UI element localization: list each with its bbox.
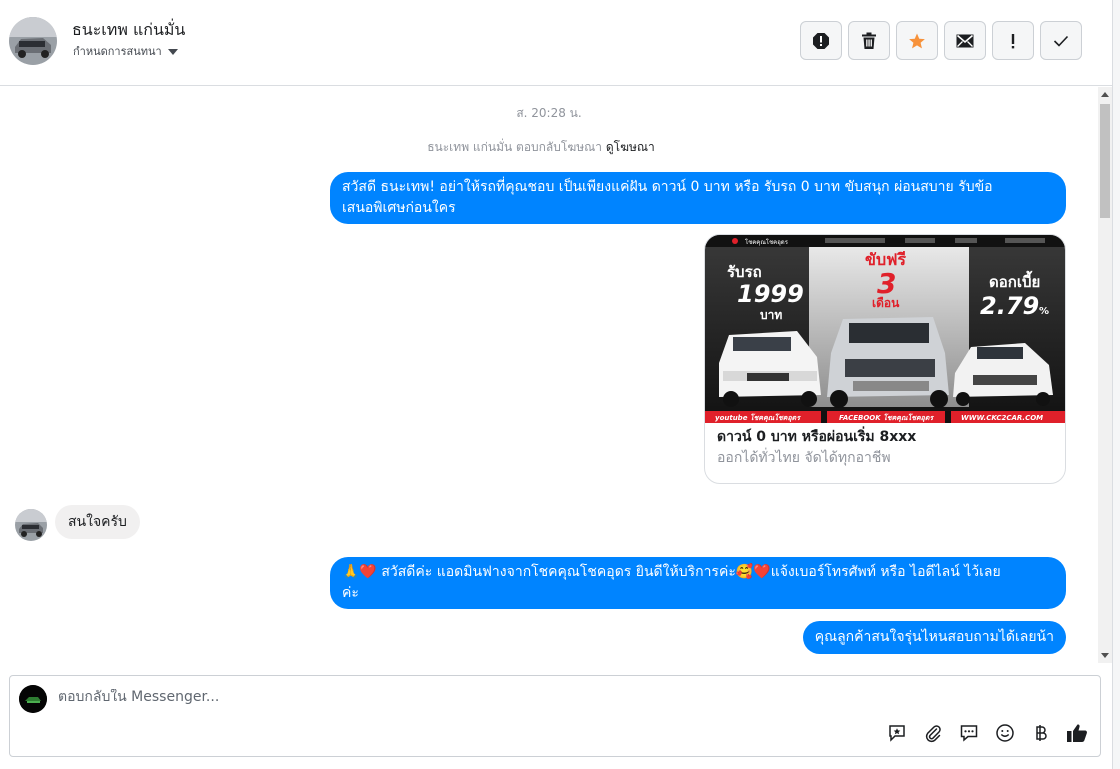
exclamation-icon (1011, 33, 1015, 48)
emoji-icon[interactable] (994, 722, 1016, 744)
mail-icon (956, 34, 974, 47)
incoming-message[interactable]: สนใจครับ (55, 505, 140, 539)
message-text-line: 🙏❤️ สวัสดีค่ะ แอดมินฟางจากโชคคุณโชคอุดร … (342, 564, 1001, 580)
baht-payment-icon[interactable] (1030, 722, 1052, 744)
left-promo-line3: บาท (760, 308, 782, 322)
page-avatar (19, 685, 47, 713)
composer-actions (886, 722, 1088, 744)
conversation-toolbar (800, 21, 1082, 60)
saved-reply-icon[interactable] (886, 722, 908, 744)
footer-youtube-text: youtube โชคคุณโชคอุดร (715, 413, 801, 422)
thumbs-up-icon[interactable] (1066, 722, 1088, 744)
contact-name: ธนะเทพ แก่นมั่น (72, 20, 186, 39)
assign-label: กำหนดการสนทนา (73, 45, 162, 58)
delete-button[interactable] (848, 21, 890, 60)
left-promo-line2: 1999 (737, 280, 804, 308)
right-promo-line2: 2.79 (980, 292, 1039, 320)
message-timestamp: ส. 20:28 น. (516, 106, 582, 120)
conversation-header: ธนะเทพ แก่นมั่น กำหนดการสนทนา (0, 0, 1112, 86)
ad-description: ออกได้ทั่วไทย จัดได้ทุกอาชีพ (717, 450, 891, 466)
ad-preview-card[interactable]: โชคคุณโชคอุดร รับรถ 1999 บาท ขับฟรี 3 เด… (704, 234, 1066, 484)
scroll-up-arrow-icon[interactable] (1101, 92, 1109, 97)
star-icon (909, 33, 925, 48)
messenger-inbox: ธนะเทพ แก่นมั่น กำหนดการสนทนา ส. 20:28 น… (0, 0, 1120, 769)
reply-input[interactable] (58, 689, 758, 705)
trash-icon (862, 32, 876, 49)
ad-headline: ดาวน์ 0 บาท หรือผ่อนเริ่ม 8xxx (717, 429, 917, 445)
ad-reply-notice: ธนะเทพ แก่นมั่น ตอบกลับโฆษณา ดูโฆษณา (0, 138, 1082, 157)
star-button[interactable] (896, 21, 938, 60)
left-promo-line1: รับรถ (727, 263, 762, 281)
mark-done-button[interactable] (1040, 21, 1082, 60)
footer-facebook-text: FACEBOOK โชคคุณโชคอุดร (839, 413, 934, 422)
mark-spam-button[interactable] (800, 21, 842, 60)
message-text-line: เสนอพิเศษก่อนใคร (342, 200, 456, 216)
attachment-icon[interactable] (922, 722, 944, 744)
follow-up-button[interactable] (992, 21, 1034, 60)
contact-avatar-small[interactable] (15, 509, 47, 541)
message-composer (9, 675, 1101, 757)
pickup-truck-left (719, 331, 821, 407)
outgoing-message[interactable]: 🙏❤️ สวัสดีค่ะ แอดมินฟางจากโชคคุณโชคอุดร … (330, 557, 1066, 609)
outgoing-message[interactable]: คุณลูกค้าสนใจรุ่นไหนสอบถามได้เลยน้า (802, 621, 1066, 654)
right-promo-line1: ดอกเบี้ย (989, 270, 1040, 291)
contact-avatar[interactable] (9, 17, 57, 65)
banner-top-text: โชคคุณโชคอุดร (745, 238, 789, 246)
mark-unread-button[interactable] (944, 21, 986, 60)
page-edge (1112, 0, 1120, 769)
check-icon (1053, 35, 1069, 47)
message-text-line: ค่ะ (342, 585, 359, 601)
car-ad-banner: โชคคุณโชคอุดร รับรถ 1999 บาท ขับฟรี 3 เด… (705, 235, 1065, 423)
thread-scrollbar[interactable] (1098, 87, 1112, 663)
caret-down-icon (167, 48, 178, 55)
outgoing-message[interactable]: สวัสดี ธนะเทพ! อย่าให้รถที่คุณชอบ เป็นเพ… (330, 172, 1066, 224)
right-promo-line3: % (1039, 306, 1049, 317)
quick-reply-icon[interactable] (958, 722, 980, 744)
ad-reply-text: ธนะเทพ แก่นมั่น ตอบกลับโฆษณา (427, 140, 603, 154)
spam-icon (813, 32, 829, 49)
ad-image[interactable]: โชคคุณโชคอุดร รับรถ 1999 บาท ขับฟรี 3 เด… (705, 235, 1065, 423)
scroll-thumb[interactable] (1100, 104, 1110, 218)
pickup-truck-center (827, 317, 949, 408)
footer-website-text: WWW.CKC2CAR.COM (961, 414, 1043, 422)
message-text-line: สวัสดี ธนะเทพ! อย่าให้รถที่คุณชอบ เป็นเพ… (342, 179, 993, 195)
assign-conversation-dropdown[interactable]: กำหนดการสนทนา (73, 42, 178, 60)
message-thread[interactable]: ส. 20:28 น. ธนะเทพ แก่นมั่น ตอบกลับโฆษณา… (0, 87, 1098, 663)
view-ad-link[interactable]: ดูโฆษณา (606, 140, 655, 154)
center-promo-line3: เดือน (872, 296, 900, 310)
scroll-down-arrow-icon[interactable] (1101, 653, 1109, 658)
